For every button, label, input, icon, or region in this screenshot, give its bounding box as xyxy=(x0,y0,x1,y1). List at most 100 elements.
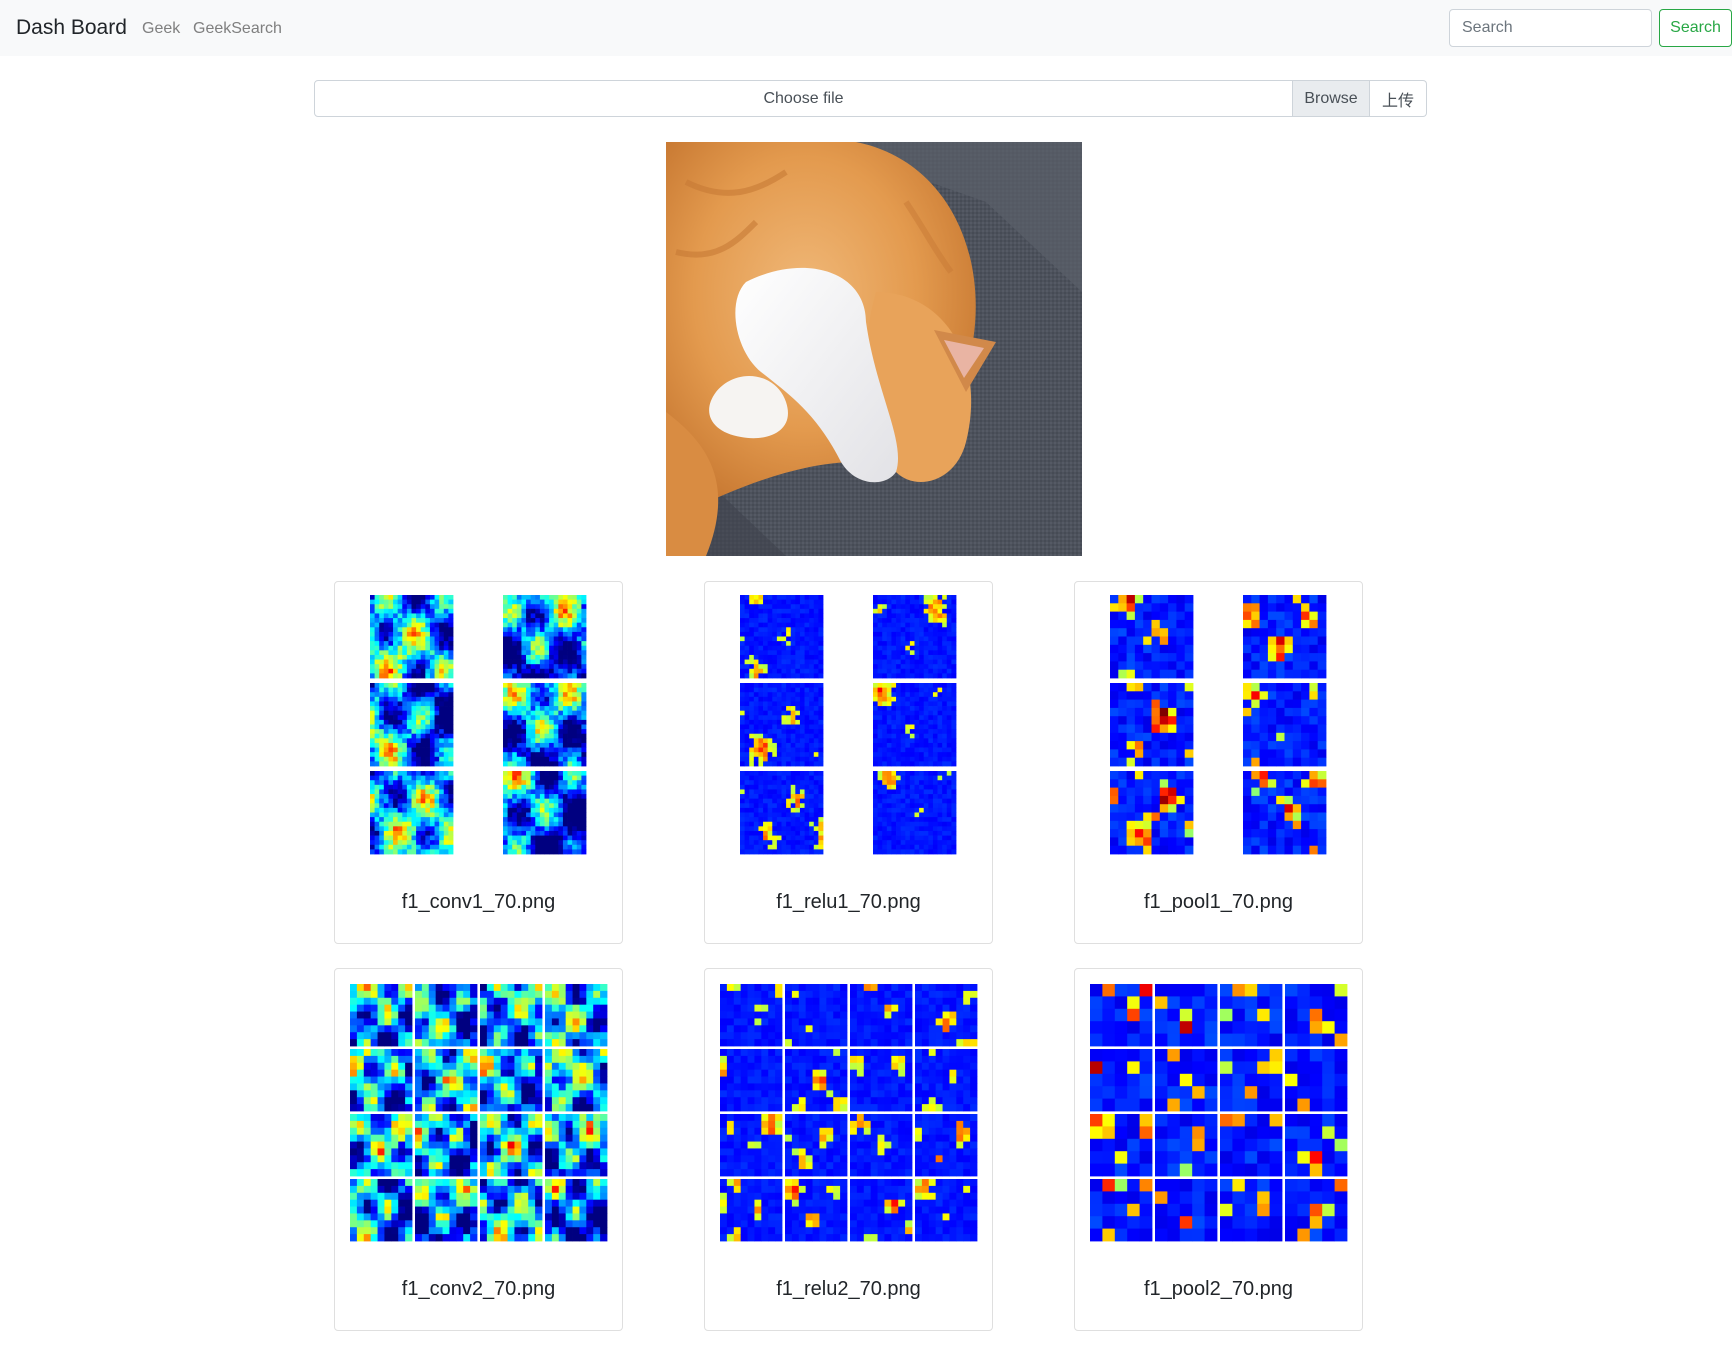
feature-map-pixel xyxy=(429,821,435,827)
feature-map-pixel xyxy=(581,608,587,614)
feature-map-pixel xyxy=(581,687,587,693)
feature-map-pixel xyxy=(1151,611,1161,621)
feature-map-pixel xyxy=(576,812,582,818)
feature-map-pixel xyxy=(763,733,769,739)
feature-map-pixel xyxy=(1126,644,1136,654)
feature-map-pixel xyxy=(1251,749,1260,759)
feature-map-pixel xyxy=(795,650,801,656)
feature-map-pixel xyxy=(923,696,929,702)
nav-link-geek[interactable]: Geek xyxy=(142,18,180,40)
feature-map-pixel xyxy=(393,636,399,642)
feature-map-pixel xyxy=(905,812,911,818)
feature-map-pixel xyxy=(919,747,925,753)
feature-map-pixel xyxy=(576,761,582,767)
feature-map-pixel xyxy=(562,622,568,628)
feature-map-pixel xyxy=(411,622,417,628)
browse-button[interactable]: Browse xyxy=(1292,81,1369,116)
feature-map-pixel xyxy=(928,595,934,601)
feature-map-pixel xyxy=(758,724,764,730)
feature-map-pixel xyxy=(572,673,578,679)
feature-map-pixel xyxy=(781,798,787,804)
feature-map-pixel xyxy=(923,599,929,605)
brand-link[interactable]: Dash Board xyxy=(16,14,127,42)
search-input[interactable] xyxy=(1449,9,1652,47)
feature-map-pixel xyxy=(923,733,929,739)
feature-map-pixel xyxy=(781,742,787,748)
feature-map-pixel xyxy=(1159,653,1169,662)
feature-map-pixel xyxy=(565,990,573,999)
feature-map-pixel xyxy=(942,664,948,670)
feature-map-pixel xyxy=(740,780,746,786)
feature-map-pixel xyxy=(900,747,906,753)
feature-map-pixel xyxy=(1110,603,1119,612)
nav-link-geeksearch[interactable]: GeekSearch xyxy=(193,18,282,40)
feature-map-pixel xyxy=(383,761,389,767)
feature-map-pixel xyxy=(539,807,545,813)
feature-map-pixel xyxy=(937,613,943,619)
feature-map-pixel xyxy=(539,756,545,762)
feature-map-pixel xyxy=(1243,707,1252,717)
feature-map-pixel xyxy=(740,821,746,827)
feature-map-pixel xyxy=(923,692,929,698)
feature-map-pixel xyxy=(416,821,422,827)
feature-map-pixel xyxy=(772,733,778,739)
feature-map-pixel xyxy=(535,631,541,637)
feature-map-pixel xyxy=(370,803,376,809)
feature-map-pixel xyxy=(558,599,564,605)
file-input[interactable]: Choose file Browse xyxy=(314,80,1370,117)
feature-map-pixel xyxy=(402,706,408,712)
feature-map-pixel xyxy=(500,984,508,992)
feature-map-pixel xyxy=(790,645,796,651)
feature-map-pixel xyxy=(781,673,787,679)
feature-map-pixel xyxy=(463,990,471,999)
upload-button[interactable]: 上传 xyxy=(1370,80,1427,117)
feature-map-pixel xyxy=(776,844,782,850)
feature-map-pixel xyxy=(877,613,883,619)
feature-map-pixel xyxy=(873,738,879,744)
feature-map-pixel xyxy=(905,683,911,689)
feature-map-pixel xyxy=(576,608,582,614)
feature-map-pixel xyxy=(567,840,573,846)
feature-map-pixel xyxy=(818,692,824,698)
feature-map-pixel xyxy=(503,738,509,744)
feature-map-pixel xyxy=(397,817,403,823)
feature-map-pixel xyxy=(443,710,449,716)
feature-map-pixel xyxy=(799,826,805,832)
feature-map-pixel xyxy=(572,683,578,689)
feature-map-pixel xyxy=(776,729,782,735)
feature-map-pixel xyxy=(942,794,948,800)
feature-map-pixel xyxy=(549,794,555,800)
feature-map-pixel xyxy=(809,701,815,707)
feature-map-pixel xyxy=(405,1032,413,1040)
feature-map-pixel xyxy=(572,604,578,610)
feature-map-pixel xyxy=(429,687,435,693)
feature-map-pixel xyxy=(558,738,564,744)
feature-map-pixel xyxy=(1126,699,1136,709)
feature-map-pixel xyxy=(512,613,518,619)
feature-map-pixel xyxy=(1292,628,1302,637)
feature-map-pixel xyxy=(896,784,902,790)
feature-map-pixel xyxy=(1134,628,1144,637)
feature-map-pixel xyxy=(749,608,755,614)
feature-map-pixel xyxy=(946,696,952,702)
feature-map-pixel xyxy=(896,775,902,781)
feature-map-pixel xyxy=(900,817,906,823)
feature-map-pixel xyxy=(539,798,545,804)
feature-map-pixel xyxy=(535,668,541,674)
feature-map-pixel xyxy=(374,747,380,753)
feature-map-pixel xyxy=(406,775,412,781)
feature-map-pixel xyxy=(416,636,422,642)
feature-map-pixel xyxy=(1317,749,1327,759)
search-button[interactable]: Search xyxy=(1659,9,1732,47)
feature-map-pixel xyxy=(530,780,536,786)
feature-map-pixel xyxy=(425,738,431,744)
feature-map-pixel xyxy=(1143,829,1152,838)
feature-map-pixel xyxy=(383,710,389,716)
feature-map-pixel xyxy=(772,650,778,656)
feature-map-pixel xyxy=(397,733,403,739)
feature-map-pixel xyxy=(795,803,801,809)
feature-map-pixel xyxy=(781,664,787,670)
feature-map-pixel xyxy=(576,803,582,809)
feature-map-pixel xyxy=(374,729,380,735)
feature-map-pixel xyxy=(581,729,587,735)
